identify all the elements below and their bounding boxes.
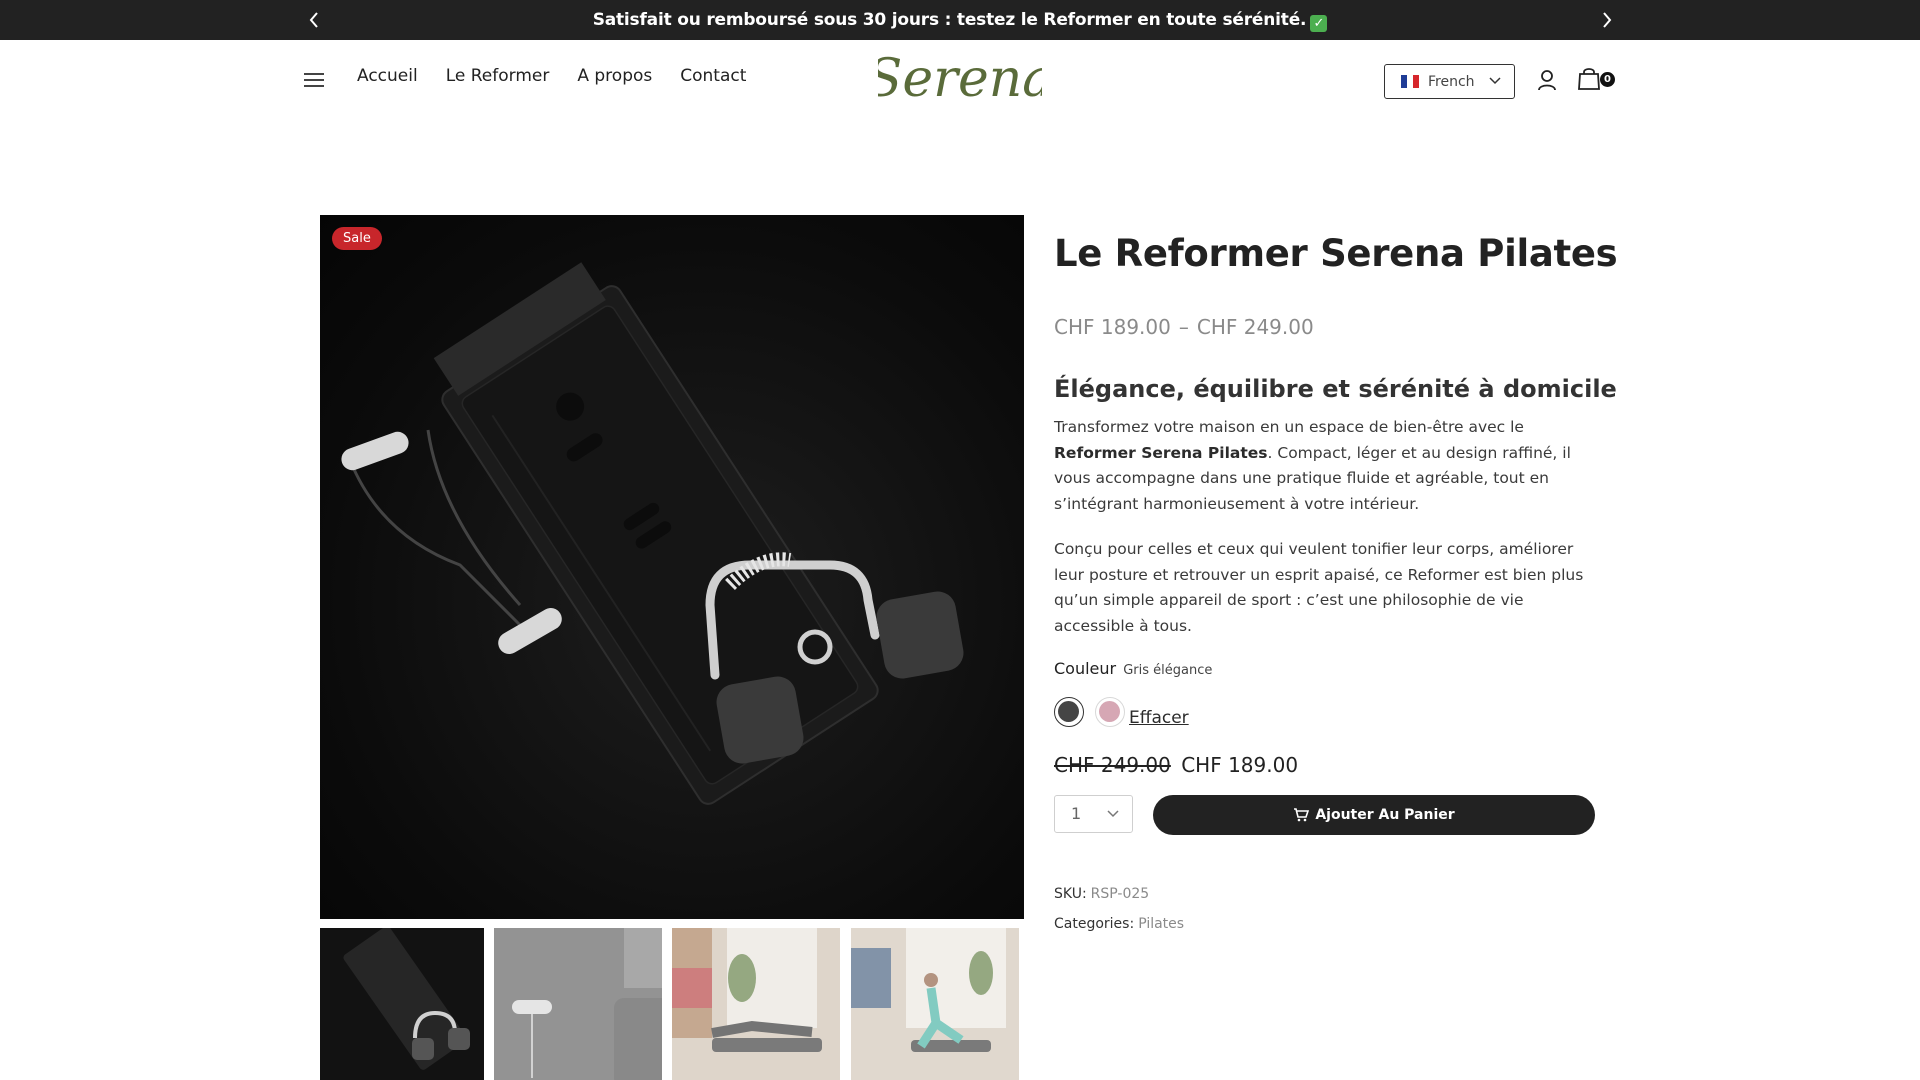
sale-price: CHF 189.00 <box>1181 753 1299 777</box>
nav-item-le-reformer[interactable]: Le Reformer <box>446 66 550 86</box>
color-swatch-rose[interactable] <box>1095 697 1125 727</box>
language-label: French <box>1428 73 1475 90</box>
product-description-1: Transformez votre maison en un espace de… <box>1054 415 1600 517</box>
main-nav: Accueil Le Reformer A propos Contact <box>357 66 746 86</box>
clear-selection-link[interactable]: Effacer <box>1129 708 1189 728</box>
product-sku: SKU: RSP-025 <box>1054 886 1149 902</box>
quantity-select[interactable]: 1 <box>1054 795 1133 833</box>
description-text: Transformez votre maison en un espace de… <box>1054 418 1524 436</box>
description-bold-text: Reformer Serena Pilates <box>1054 443 1268 462</box>
categories-label: Categories: <box>1054 916 1135 932</box>
france-flag-icon <box>1401 75 1419 88</box>
product-subtitle: Élégance, équilibre et sérénité à domici… <box>1054 375 1617 403</box>
old-price: CHF 249.00 <box>1054 753 1171 777</box>
thumbnail-reformer-image <box>343 928 470 1070</box>
chevron-right-icon <box>1603 12 1612 28</box>
price-min: CHF 189.00 <box>1054 315 1171 339</box>
announcement-message: Satisfait ou remboursé sous 30 jours : t… <box>0 0 1920 40</box>
nav-item-contact[interactable]: Contact <box>680 66 746 86</box>
product-title: Le Reformer Serena Pilates <box>1054 232 1618 275</box>
color-label-value: Gris élégance <box>1123 663 1213 678</box>
announcement-text: Satisfait ou remboursé sous 30 jours : t… <box>592 10 1307 30</box>
product-main-image[interactable]: Sale <box>320 215 1024 919</box>
color-swatch-gris[interactable] <box>1054 697 1084 727</box>
announcement-bar: Satisfait ou remboursé sous 30 jours : t… <box>0 0 1920 40</box>
color-label-key: Couleur <box>1054 659 1117 678</box>
check-icon: ✓ <box>1310 15 1328 32</box>
product-categories: Categories: Pilates <box>1054 916 1184 932</box>
variant-price: CHF 249.00 CHF 189.00 <box>1054 753 1298 777</box>
chevron-down-icon <box>1489 77 1501 85</box>
cart-count-badge: 0 <box>1600 72 1615 87</box>
thumbnail-1[interactable] <box>320 928 484 1080</box>
product-description-2: Conçu pour celles et ceux qui veulent to… <box>1054 540 1584 635</box>
announcement-next-button[interactable] <box>1587 0 1627 40</box>
add-to-cart-button[interactable]: Ajouter Au Panier <box>1153 795 1595 835</box>
serena-logo[interactable]: Serena <box>878 44 1042 114</box>
add-to-cart-label: Ajouter Au Panier <box>1315 807 1455 823</box>
site-header: Accueil Le Reformer A propos Contact Ser… <box>0 40 1920 120</box>
nav-item-a-propos[interactable]: A propos <box>577 66 652 86</box>
cart-icon <box>1294 808 1310 822</box>
language-selector[interactable]: French <box>1384 64 1515 99</box>
price-range: CHF 189.00– CHF 249.00 <box>1054 315 1314 339</box>
nav-item-accueil[interactable]: Accueil <box>357 66 418 86</box>
hamburger-menu-icon[interactable] <box>302 70 328 90</box>
thumbnail-2[interactable] <box>494 928 662 1080</box>
reformer-illustration <box>341 262 964 805</box>
logo-text: Serena <box>878 49 1042 109</box>
sku-value: RSP-025 <box>1090 886 1150 902</box>
quantity-value: 1 <box>1071 804 1082 823</box>
chevron-down-icon <box>1107 810 1119 818</box>
user-account-icon[interactable] <box>1536 68 1558 92</box>
thumbnail-strip <box>320 928 1020 1080</box>
color-label: Couleur Gris élégance <box>1054 659 1212 678</box>
sku-label: SKU: <box>1054 886 1087 902</box>
thumbnail-4[interactable] <box>851 928 1019 1080</box>
price-max: CHF 249.00 <box>1196 315 1314 339</box>
category-link-pilates[interactable]: Pilates <box>1138 916 1184 932</box>
thumbnail-3[interactable] <box>672 928 840 1080</box>
sale-badge: Sale <box>332 227 382 250</box>
price-separator: – <box>1178 315 1189 339</box>
